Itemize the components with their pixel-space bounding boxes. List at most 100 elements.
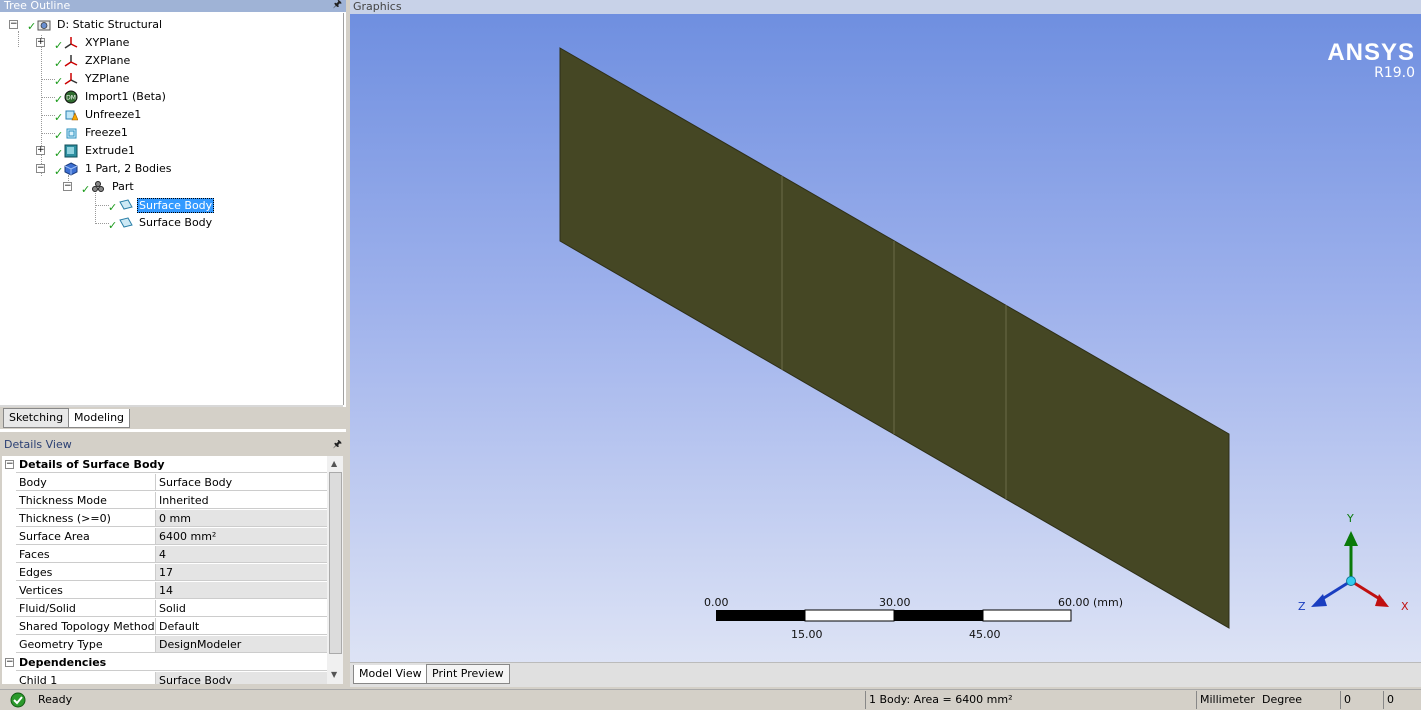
tree-item-static-structural[interactable]: − ✓ D: Static Structural bbox=[0, 16, 340, 34]
tree-item-zxplane[interactable]: ✓ ZXPlane bbox=[0, 52, 340, 70]
ansys-brand: ANSYS bbox=[1327, 39, 1415, 66]
tree-item-label: XYPlane bbox=[85, 36, 130, 49]
details-row-value: 4 bbox=[156, 546, 327, 563]
details-row-value[interactable]: Solid bbox=[156, 600, 327, 617]
details-row-value[interactable]: Inherited bbox=[156, 492, 327, 509]
part-bodies-icon bbox=[92, 181, 104, 192]
details-group-header[interactable]: − Dependencies bbox=[2, 654, 327, 672]
ansys-version: R19.0 bbox=[1374, 65, 1415, 81]
tab-modeling[interactable]: Modeling bbox=[68, 409, 131, 428]
surface-body-icon bbox=[119, 217, 133, 228]
scroll-down-icon[interactable]: ▼ bbox=[331, 670, 337, 679]
details-row-edges[interactable]: Edges 17 bbox=[2, 564, 327, 582]
details-row-name: Vertices bbox=[16, 582, 156, 599]
tab-model-view[interactable]: Model View bbox=[353, 665, 428, 684]
details-row-value[interactable]: Default bbox=[156, 618, 327, 635]
details-row-geometry-type[interactable]: Geometry Type DesignModeler bbox=[2, 636, 327, 654]
collapse-toggle[interactable]: − bbox=[5, 460, 14, 469]
import-dm-icon: DM bbox=[64, 90, 78, 104]
expand-toggle[interactable]: + bbox=[36, 38, 45, 47]
analysis-system-icon bbox=[37, 20, 51, 31]
details-row-name: Shared Topology Method bbox=[16, 618, 156, 635]
collapse-toggle[interactable]: − bbox=[5, 658, 14, 667]
status-length-unit[interactable]: Millimeter bbox=[1196, 691, 1262, 709]
pin-icon[interactable]: 🖈 bbox=[333, 0, 342, 10]
collapse-toggle[interactable]: − bbox=[36, 164, 45, 173]
details-group-header[interactable]: − Details of Surface Body bbox=[2, 456, 327, 474]
tree-tabs: Sketching Modeling bbox=[0, 407, 346, 429]
tab-sketching-label: Sketching bbox=[9, 411, 64, 424]
plane-axes-icon bbox=[64, 37, 78, 49]
details-row-vertices[interactable]: Vertices 14 bbox=[2, 582, 327, 600]
details-row-value[interactable]: Surface Body bbox=[156, 474, 327, 491]
graphics-viewport[interactable]: ANSYS R19.0 0.00 30.00 60.00 (mm) 15.00 … bbox=[350, 14, 1421, 662]
tree-item-label: Part bbox=[112, 180, 134, 193]
pin-icon[interactable]: 🖈 bbox=[333, 436, 342, 453]
details-row-name: Fluid/Solid bbox=[16, 600, 156, 617]
tree-item-label: D: Static Structural bbox=[57, 18, 163, 31]
plane-axes-icon bbox=[64, 55, 78, 67]
tree-item-xyplane[interactable]: + ✓ XYPlane bbox=[0, 34, 340, 52]
model-view-canvas[interactable] bbox=[350, 14, 1421, 662]
scale-label: 45.00 bbox=[969, 628, 1001, 641]
tree-item-label: Surface Body bbox=[139, 216, 213, 229]
scale-label: 15.00 bbox=[791, 628, 823, 641]
details-row-body[interactable]: Body Surface Body bbox=[2, 474, 327, 492]
details-row-surface-area[interactable]: Surface Area 6400 mm² bbox=[2, 528, 327, 546]
tree-item-surface-body-2[interactable]: ✓ Surface Body bbox=[0, 214, 340, 232]
tree-item-yzplane[interactable]: ✓ YZPlane bbox=[0, 70, 340, 88]
details-row-thickness-mode[interactable]: Thickness Mode Inherited bbox=[2, 492, 327, 510]
collapse-toggle[interactable]: − bbox=[9, 20, 18, 29]
status-message: Ready bbox=[38, 693, 73, 706]
y-axis-label: Y bbox=[1347, 512, 1354, 525]
tree-item-extrude1[interactable]: + ✓ Extrude1 bbox=[0, 142, 340, 160]
scale-label: 30.00 bbox=[879, 596, 911, 609]
tree-item-label: Extrude1 bbox=[85, 144, 136, 157]
svg-text:DM: DM bbox=[66, 95, 76, 102]
scroll-up-icon[interactable]: ▲ bbox=[331, 459, 337, 468]
details-row-name: Thickness (>=0) bbox=[16, 510, 156, 527]
tab-sketching[interactable]: Sketching bbox=[3, 408, 70, 428]
details-row-child1[interactable]: Child 1 Surface Body bbox=[2, 672, 327, 684]
tree-item-freeze1[interactable]: ✓ Freeze1 bbox=[0, 124, 340, 142]
details-row-faces[interactable]: Faces 4 bbox=[2, 546, 327, 564]
z-axis-label: Z bbox=[1298, 600, 1306, 613]
details-row-value: 6400 mm² bbox=[156, 528, 327, 545]
details-group-title: Details of Surface Body bbox=[16, 456, 327, 473]
tree-outline-title-text: Tree Outline bbox=[4, 0, 71, 12]
details-row-shared-topology[interactable]: Shared Topology Method Default bbox=[2, 618, 327, 636]
details-view-title: Details View 🖈 bbox=[0, 436, 346, 453]
tab-modeling-label: Modeling bbox=[74, 411, 125, 424]
scroll-thumb[interactable] bbox=[329, 472, 342, 654]
tree-item-surface-body-1[interactable]: ✓ Surface Body bbox=[0, 196, 340, 214]
extrude-icon bbox=[64, 144, 78, 158]
freeze-icon bbox=[66, 128, 77, 139]
details-scrollbar[interactable]: ▲ ▼ bbox=[327, 456, 343, 684]
collapse-toggle[interactable]: − bbox=[63, 182, 72, 191]
details-row-name: Faces bbox=[16, 546, 156, 563]
tree-outline-panel: Tree Outline 🖈 − ✓ D: Static Structural +… bbox=[0, 0, 346, 432]
parts-cube-icon bbox=[64, 162, 78, 176]
x-axis-label: X bbox=[1401, 600, 1409, 613]
tree-item-part[interactable]: − ✓ Part bbox=[0, 178, 340, 196]
tree-item-import1[interactable]: ✓ DM Import1 (Beta) bbox=[0, 88, 340, 106]
details-row-value: 14 bbox=[156, 582, 327, 599]
tab-print-preview[interactable]: Print Preview bbox=[426, 664, 510, 684]
details-row-name: Geometry Type bbox=[16, 636, 156, 653]
tree-item-parts-bodies[interactable]: − ✓ 1 Part, 2 Bodies bbox=[0, 160, 340, 178]
unfreeze-icon bbox=[65, 110, 78, 121]
details-row-thickness[interactable]: Thickness (>=0) 0 mm bbox=[2, 510, 327, 528]
tree-item-unfreeze1[interactable]: ✓ Unfreeze1 bbox=[0, 106, 340, 124]
triad-origin bbox=[1346, 576, 1356, 586]
graphics-tabs: Model View Print Preview bbox=[350, 662, 1421, 687]
status-field-2: 0 bbox=[1383, 691, 1421, 709]
tree-view[interactable]: − ✓ D: Static Structural + ✓ XYPlane ✓ Z… bbox=[0, 13, 344, 405]
expand-toggle[interactable]: + bbox=[36, 146, 45, 155]
details-row-name: Child 1 bbox=[16, 672, 156, 684]
details-row-fluid-solid[interactable]: Fluid/Solid Solid bbox=[2, 600, 327, 618]
tab-model-view-label: Model View bbox=[359, 667, 422, 680]
axis-triad[interactable] bbox=[1311, 531, 1389, 607]
details-grid[interactable]: − Details of Surface Body Body Surface Bo… bbox=[2, 456, 327, 684]
tree-item-label: 1 Part, 2 Bodies bbox=[85, 162, 172, 175]
status-angle-unit[interactable]: Degree bbox=[1259, 691, 1342, 709]
